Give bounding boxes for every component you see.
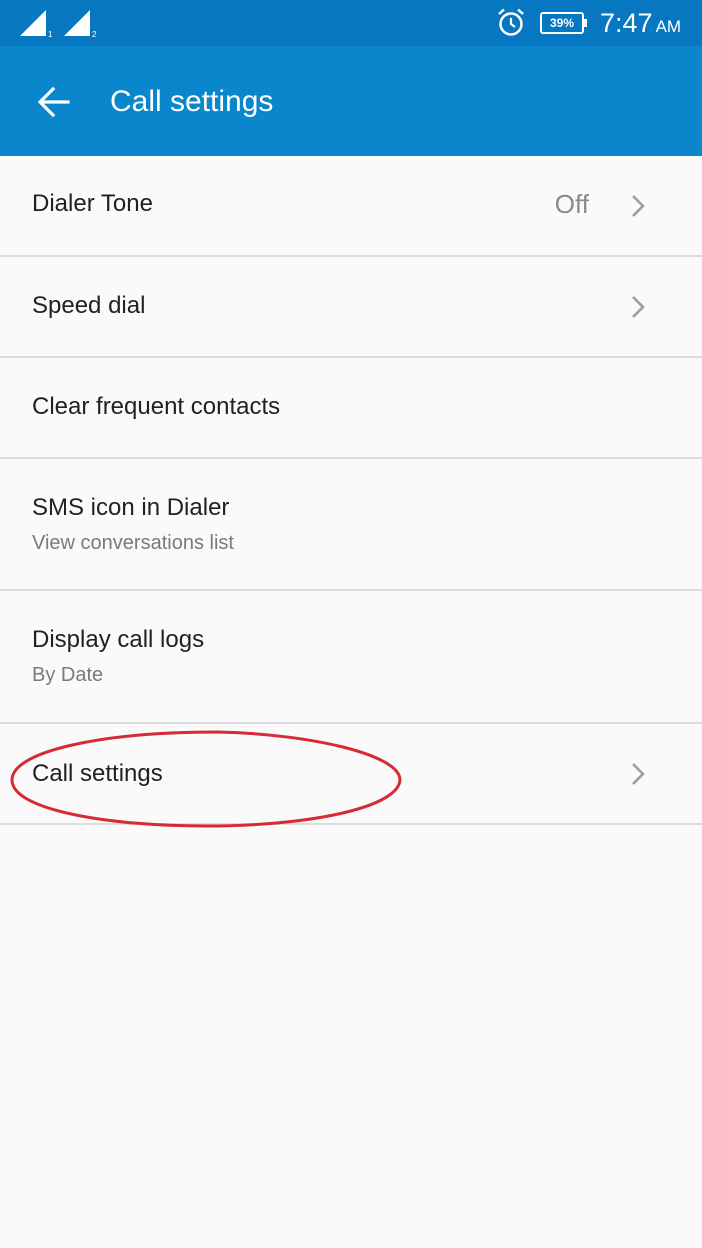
setting-title: Dialer Tone — [32, 190, 153, 217]
signal-sim2-icon: 2 — [64, 10, 96, 38]
chevron-right-icon — [632, 195, 645, 217]
setting-speed-dial[interactable]: Speed dial — [0, 257, 702, 358]
status-time: 7:47 AM — [600, 8, 681, 38]
settings-list: Dialer Tone Off Speed dial Clear frequen… — [0, 156, 702, 825]
setting-value: Off — [554, 189, 589, 219]
time-value: 7:47 — [600, 8, 653, 38]
battery-percent: 39% — [549, 16, 575, 30]
arrow-back-icon — [37, 86, 70, 118]
back-button[interactable] — [24, 72, 84, 132]
signal-sim1-icon: 1 — [20, 10, 52, 38]
chevron-right-icon — [632, 296, 645, 318]
setting-subtitle: View conversations list — [32, 532, 234, 554]
setting-clear-frequent-contacts[interactable]: Clear frequent contacts — [0, 358, 702, 459]
battery-icon: 39% — [540, 12, 588, 34]
chevron-right-icon — [632, 763, 645, 785]
setting-subtitle: By Date — [32, 664, 104, 686]
svg-text:1: 1 — [48, 30, 52, 38]
app-bar: Call settings — [0, 46, 702, 156]
setting-title: SMS icon in Dialer — [32, 494, 230, 521]
time-ampm: AM — [655, 17, 682, 36]
alarm-icon — [498, 8, 524, 36]
svg-text:2: 2 — [92, 30, 96, 38]
setting-title: Clear frequent contacts — [32, 393, 281, 420]
setting-call-settings[interactable]: Call settings — [0, 724, 702, 825]
setting-sms-icon-in-dialer[interactable]: SMS icon in Dialer View conversations li… — [0, 459, 702, 591]
setting-title: Call settings — [32, 760, 163, 787]
setting-title: Speed dial — [32, 292, 146, 319]
page-title: Call settings — [110, 85, 274, 118]
setting-dialer-tone[interactable]: Dialer Tone Off — [0, 156, 702, 257]
status-bar: 1 2 39% 7:47 AM — [0, 0, 702, 46]
setting-display-call-logs[interactable]: Display call logs By Date — [0, 591, 702, 724]
setting-title: Display call logs — [32, 626, 205, 653]
